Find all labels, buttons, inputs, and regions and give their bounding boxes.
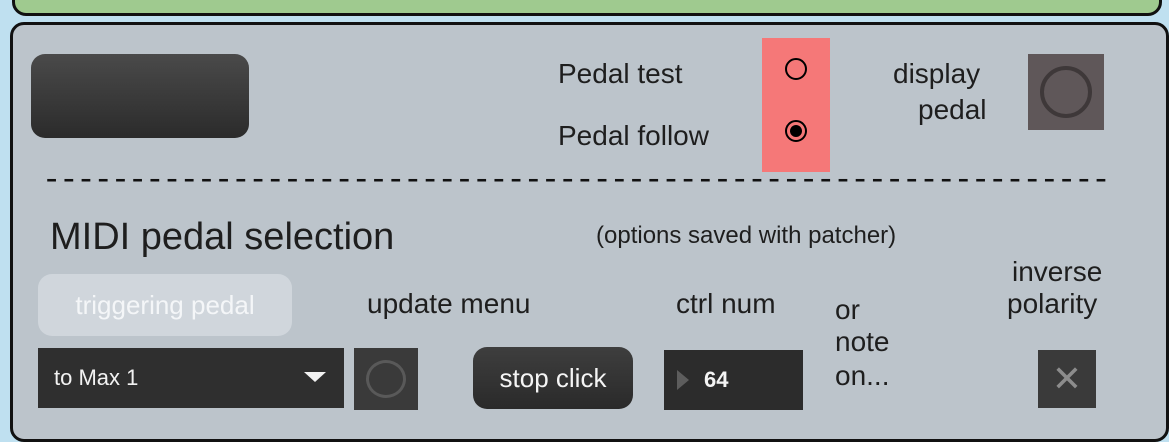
note-label: note: [835, 326, 890, 357]
upper-panel: [12, 0, 1162, 16]
options-saved-note: (options saved with patcher): [596, 222, 897, 249]
display-pedal-led[interactable]: [1028, 54, 1104, 130]
midi-port-menu-value: to Max 1: [54, 365, 139, 390]
led-ring-icon: [1040, 66, 1092, 118]
or-label: or: [835, 294, 860, 325]
number-triangle-icon: [677, 370, 689, 390]
ctrl-num-box[interactable]: 64: [664, 350, 803, 410]
pedal-mode-radio-group: [762, 38, 830, 172]
led-ring-icon: [366, 360, 406, 398]
inverse-polarity-toggle[interactable]: ✕: [1038, 350, 1096, 408]
display-pedal-label-line2: pedal: [918, 94, 987, 125]
ctrl-num-label: ctrl num: [676, 288, 776, 319]
close-x-icon: ✕: [1051, 358, 1083, 399]
pedal-follow-radio[interactable]: [785, 120, 807, 142]
update-menu-button[interactable]: [354, 348, 418, 410]
polarity-label: polarity: [1007, 288, 1098, 319]
section-divider: ----------------------------------------…: [42, 162, 1111, 192]
update-menu-label: update menu: [367, 288, 531, 319]
on-label: on...: [835, 360, 890, 391]
display-pedal-label-line1: display: [893, 58, 981, 89]
main-button[interactable]: [31, 54, 249, 138]
pedal-test-label: Pedal test: [558, 58, 683, 89]
stop-click-button[interactable]: stop click: [473, 347, 633, 409]
midi-port-menu[interactable]: to Max 1: [38, 348, 344, 408]
inverse-label: inverse: [1012, 256, 1103, 287]
triggering-pedal-button[interactable]: triggering pedal: [38, 274, 292, 336]
pedal-follow-label: Pedal follow: [558, 120, 709, 151]
pedal-test-radio[interactable]: [785, 58, 807, 80]
midi-section-title: MIDI pedal selection: [50, 216, 395, 258]
ctrl-num-value: 64: [704, 367, 729, 392]
dropdown-arrow-icon: [304, 372, 326, 382]
